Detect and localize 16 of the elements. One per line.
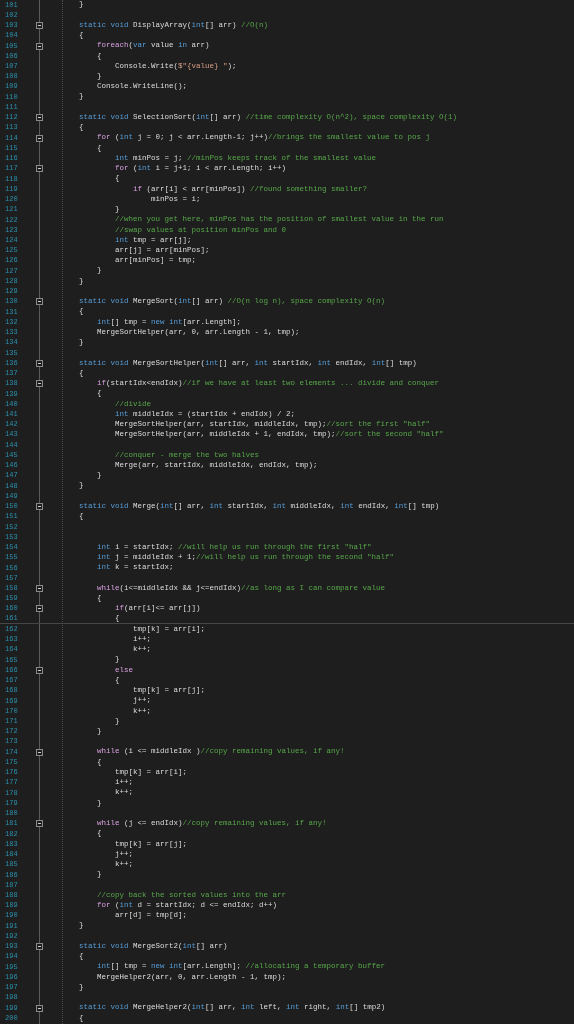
collapse-icon[interactable] (36, 114, 43, 122)
collapse-icon[interactable] (36, 605, 43, 613)
collapse-icon[interactable] (36, 380, 43, 388)
collapse-icon[interactable] (36, 165, 43, 173)
collapse-icon[interactable] (36, 359, 43, 367)
collapse-icon[interactable] (36, 42, 43, 50)
collapse-icon[interactable] (36, 1004, 43, 1012)
collapse-icon[interactable] (36, 22, 43, 30)
collapse-icon[interactable] (36, 134, 43, 142)
collapse-icon[interactable] (36, 943, 43, 951)
collapse-icon[interactable] (36, 298, 43, 306)
collapse-icon[interactable] (36, 503, 43, 511)
collapse-icon[interactable] (36, 666, 43, 674)
collapse-icon[interactable] (36, 584, 43, 592)
collapse-icon[interactable] (36, 748, 43, 756)
collapse-icon[interactable] (36, 820, 43, 828)
